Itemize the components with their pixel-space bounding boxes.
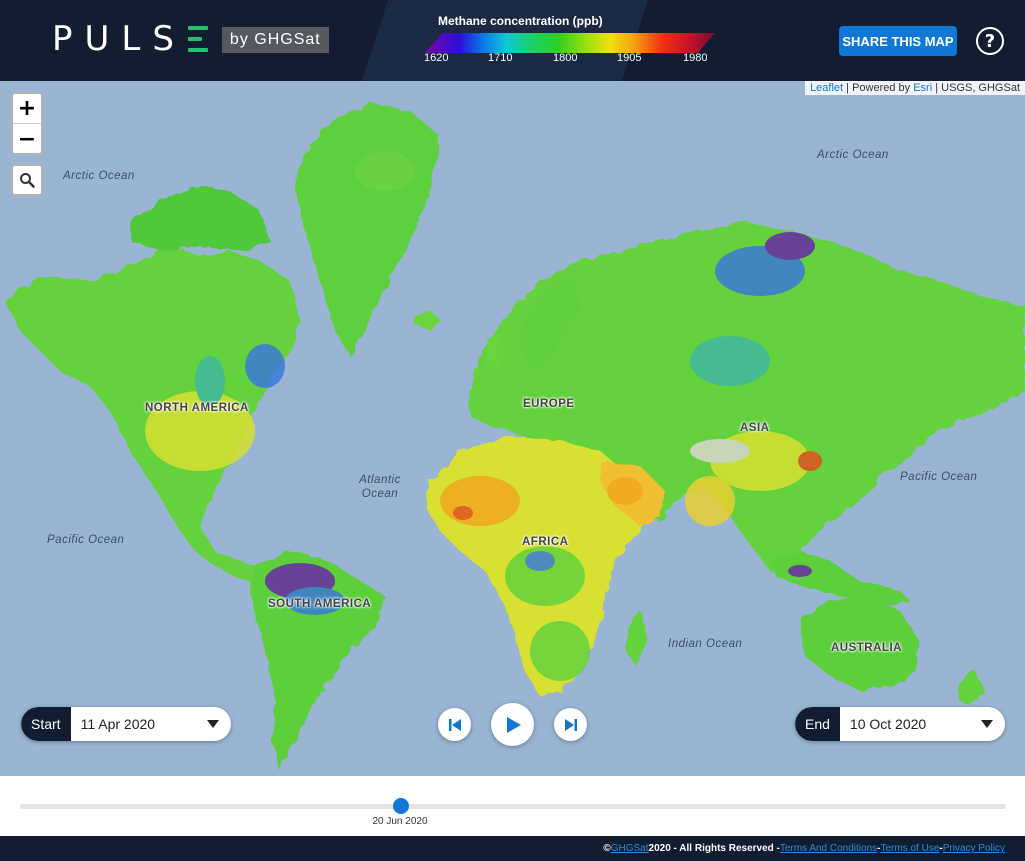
- timeline-track[interactable]: [20, 804, 1006, 809]
- share-map-button[interactable]: SHARE THIS MAP: [839, 26, 957, 56]
- legend-tick: 1710: [488, 52, 513, 64]
- patch-tibet-gray: [690, 439, 750, 463]
- start-label: Start: [21, 707, 71, 741]
- patch-congo-blue: [525, 551, 555, 571]
- patch-russia-teal: [690, 336, 770, 386]
- label-pacific-ocean-west: Pacific Ocean: [47, 534, 125, 546]
- map-attribution: Leaflet | Powered by Esri | USGS, GHGSat: [805, 81, 1025, 95]
- start-date-value: 11 Apr 2020: [80, 716, 156, 732]
- logo-wordmark: PULS: [52, 19, 186, 59]
- patch-hudson-blue: [245, 344, 285, 388]
- label-north-america: NORTH AMERICA: [145, 402, 249, 414]
- land-iceland: [415, 311, 442, 329]
- play-icon: [506, 716, 521, 733]
- label-arctic-ocean-east: Arctic Ocean: [817, 149, 889, 161]
- legend-ticks: 1620 1710 1800 1905 1980: [420, 52, 720, 66]
- attribution-powered: | Powered by: [843, 82, 914, 94]
- search-icon: [20, 173, 35, 188]
- end-label: End: [795, 707, 840, 741]
- label-europe: EUROPE: [523, 398, 575, 410]
- label-atlantic-line2: Ocean: [361, 488, 399, 500]
- label-arctic-ocean-west: Arctic Ocean: [63, 170, 135, 182]
- methane-map[interactable]: Leaflet | Powered by Esri | USGS, GHGSat…: [0, 81, 1025, 776]
- play-button[interactable]: [491, 703, 534, 746]
- skip-forward-icon: [564, 718, 577, 731]
- label-asia: ASIA: [740, 422, 770, 434]
- zoom-in-button[interactable]: +: [13, 94, 41, 124]
- step-forward-button[interactable]: [554, 708, 587, 741]
- label-indian-ocean: Indian Ocean: [668, 638, 743, 650]
- label-australia: AUSTRALIA: [831, 642, 902, 654]
- label-pacific-ocean-east: Pacific Ocean: [900, 471, 978, 483]
- attribution-sources: | USGS, GHGSat: [932, 82, 1020, 94]
- footer-copyright-suffix: 2020 - All Rights Reserved -: [648, 843, 780, 854]
- privacy-policy-link[interactable]: Privacy Policy: [943, 843, 1005, 854]
- land-canadian-islands: [130, 186, 270, 251]
- land-new-zealand: [958, 671, 985, 706]
- timeline-slider[interactable]: 20 Jun 2020: [0, 776, 1025, 836]
- terms-conditions-link[interactable]: Terms And Conditions: [780, 843, 877, 854]
- leaflet-link[interactable]: Leaflet: [810, 82, 843, 94]
- footer-copyright-prefix: ©: [603, 843, 611, 854]
- patch-sahara-red: [453, 506, 473, 520]
- terms-of-use-link[interactable]: Terms of Use: [881, 843, 940, 854]
- label-africa: AFRICA: [522, 536, 569, 548]
- patch-china-red: [798, 451, 822, 471]
- footer-company-link[interactable]: GHGSat: [611, 843, 649, 854]
- label-atlantic-ocean: Atlantic Ocean: [356, 473, 404, 501]
- chevron-down-icon: [981, 720, 993, 728]
- start-date-select[interactable]: Start 11 Apr 2020: [21, 707, 231, 741]
- end-date-select[interactable]: End 10 Oct 2020: [795, 707, 1005, 741]
- app-header: PULS by GHGSat Methane concentration (pp…: [0, 0, 1025, 81]
- label-atlantic-line1: Atlantic: [359, 474, 401, 486]
- legend-tick: 1800: [553, 52, 578, 64]
- chevron-down-icon: [207, 720, 219, 728]
- patch-india-yellow: [685, 476, 735, 526]
- land-se-asia-islands: [770, 551, 910, 606]
- zoom-out-button[interactable]: −: [13, 124, 41, 153]
- map-search-button[interactable]: [11, 164, 43, 196]
- pulse-logo[interactable]: PULS by GHGSat: [52, 19, 329, 59]
- patch-canada-blue: [195, 356, 225, 406]
- patch-sahara-orange: [440, 476, 520, 526]
- zoom-control: + −: [11, 92, 43, 155]
- timeline-thumb[interactable]: [393, 798, 409, 814]
- esri-link[interactable]: Esri: [913, 82, 932, 94]
- legend-tick: 1620: [424, 52, 449, 64]
- patch-greenland-snow: [355, 151, 415, 191]
- step-back-button[interactable]: [438, 708, 471, 741]
- patch-siberia-purple: [765, 232, 815, 260]
- patch-sumatra-purple: [788, 565, 812, 577]
- land-madagascar: [626, 611, 648, 666]
- world-map-land: [5, 103, 1025, 771]
- app-footer: © GHGSat 2020 - All Rights Reserved - Te…: [0, 836, 1025, 861]
- skip-back-icon: [448, 718, 461, 731]
- timeline-current-date: 20 Jun 2020: [372, 816, 428, 827]
- logo-e-mark-icon: [187, 26, 208, 52]
- help-button[interactable]: ?: [976, 27, 1004, 55]
- patch-arabia-orange: [607, 477, 643, 505]
- legend-color-ramp: [425, 33, 715, 53]
- patch-southern-africa: [530, 621, 590, 681]
- legend-tick: 1980: [683, 52, 708, 64]
- legend-title: Methane concentration (ppb): [438, 14, 603, 28]
- legend-tick: 1905: [617, 52, 642, 64]
- label-south-america: SOUTH AMERICA: [268, 598, 372, 610]
- end-date-value: 10 Oct 2020: [849, 716, 927, 732]
- logo-byline: by GHGSat: [221, 27, 329, 53]
